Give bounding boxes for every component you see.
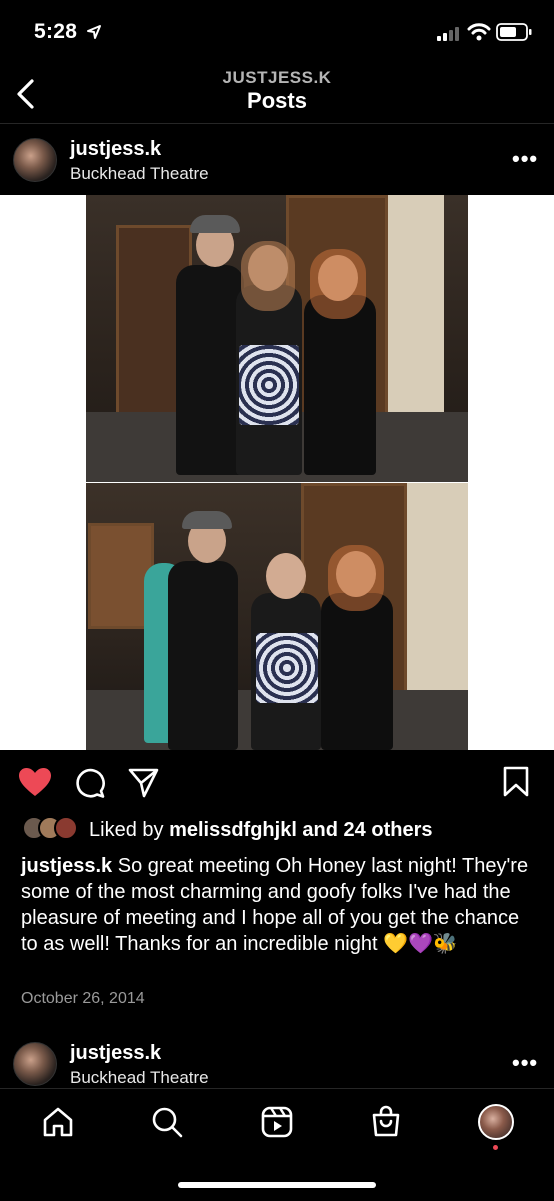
post-photo[interactable] xyxy=(0,195,554,750)
cellular-signal-icon xyxy=(437,27,459,41)
notification-dot xyxy=(493,1145,498,1150)
page-title: Posts xyxy=(247,88,307,113)
battery-icon xyxy=(496,23,532,41)
reels-icon[interactable] xyxy=(261,1106,293,1138)
likes-prefix: Liked by xyxy=(89,819,170,841)
likes-summary[interactable]: Liked by melissdfghjkl and 24 others xyxy=(89,819,432,842)
post-author-avatar[interactable] xyxy=(13,138,57,182)
photo-frame-top xyxy=(86,195,468,482)
likes-count[interactable]: and 24 others xyxy=(297,819,432,841)
shop-icon[interactable] xyxy=(370,1105,402,1137)
caption-username[interactable]: justjess.k xyxy=(21,855,112,877)
photo-frame-bottom xyxy=(86,483,468,750)
likers-avatars[interactable] xyxy=(22,816,80,840)
wifi-icon xyxy=(467,23,491,41)
next-post-author-username[interactable]: justjess.k xyxy=(70,1042,161,1065)
post-caption: justjess.k So great meeting Oh Honey las… xyxy=(21,853,541,957)
home-icon[interactable] xyxy=(42,1106,74,1138)
profile-avatar[interactable] xyxy=(478,1104,514,1140)
location-arrow-icon xyxy=(87,25,101,39)
post-date: October 26, 2014 xyxy=(21,990,145,1007)
comment-icon[interactable] xyxy=(74,767,106,799)
header-account-name: JUSTJESS.K xyxy=(222,68,332,87)
header-divider xyxy=(0,123,554,124)
home-indicator[interactable] xyxy=(178,1182,376,1188)
share-send-icon[interactable] xyxy=(128,767,160,799)
search-icon[interactable] xyxy=(151,1106,183,1138)
post-location[interactable]: Buckhead Theatre xyxy=(70,164,209,184)
status-time: 5:28 xyxy=(34,20,78,43)
like-heart-icon[interactable] xyxy=(18,767,52,797)
save-bookmark-icon[interactable] xyxy=(503,766,529,798)
post-author-username[interactable]: justjess.k xyxy=(70,138,161,161)
next-post-author-avatar[interactable] xyxy=(13,1042,57,1086)
liked-by-username[interactable]: melissdfghjkl xyxy=(169,819,297,841)
more-options-icon[interactable]: ••• xyxy=(512,146,538,172)
caption-emojis: 💛💜🐝 xyxy=(383,933,458,955)
next-post-location[interactable]: Buckhead Theatre xyxy=(70,1068,209,1088)
next-post-more-options-icon[interactable]: ••• xyxy=(512,1050,538,1076)
